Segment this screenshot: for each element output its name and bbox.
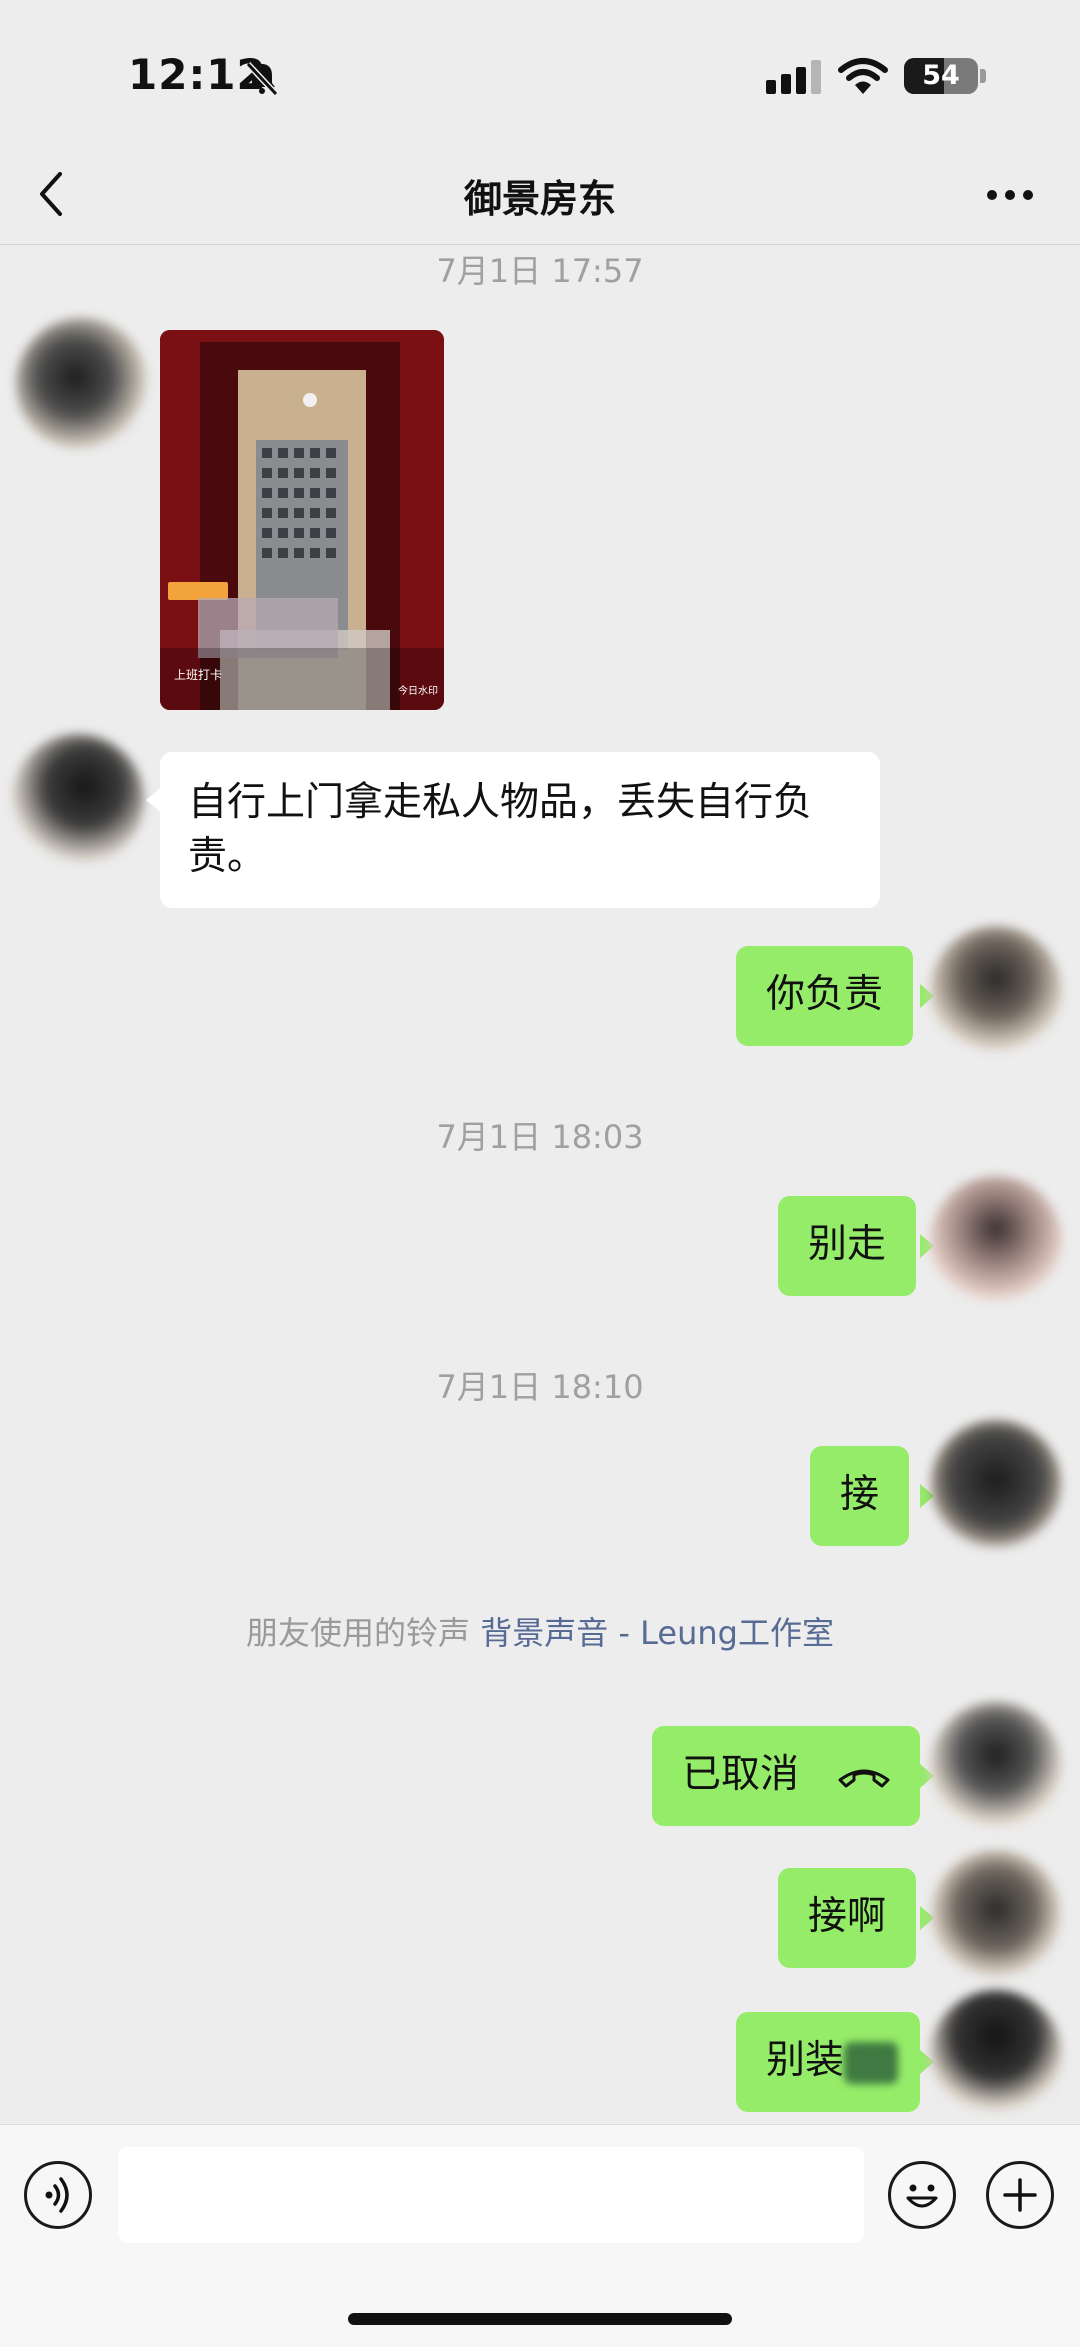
status-bar: 12:12 54	[0, 0, 1080, 150]
battery-level: 54	[922, 60, 960, 91]
battery-icon: 54	[904, 58, 978, 94]
door-photo-image	[160, 330, 444, 710]
nav-bar: 御景房东	[0, 150, 1080, 245]
message-bubble-outgoing[interactable]: 你负责	[736, 946, 914, 1046]
my-avatar[interactable]	[930, 1702, 1062, 1834]
wifi-icon	[838, 58, 888, 94]
timestamp: 7月1日 17:57	[436, 252, 644, 290]
voice-input-button[interactable]	[24, 2161, 92, 2229]
timestamp: 7月1日 18:03	[436, 1118, 644, 1156]
my-avatar[interactable]	[930, 1176, 1062, 1308]
redacted-mark	[844, 2042, 898, 2084]
bell-muted-icon	[245, 61, 279, 97]
battery-cap	[980, 69, 986, 83]
message-input[interactable]	[118, 2147, 864, 2243]
chat-title: 御景房东	[463, 177, 616, 221]
ringtone-song-link[interactable]: 背景声音 - Leung工作室	[480, 1614, 834, 1652]
timestamp: 7月1日 18:10	[436, 1368, 644, 1406]
message-bubble-outgoing[interactable]: 接啊	[778, 1868, 917, 1968]
ringtone-notice: 朋友使用的铃声 背景声音 - Leung工作室	[0, 1608, 1080, 1654]
message-bubble-incoming[interactable]: 自行上门拿走私人物品，丢失自行负责。	[160, 752, 880, 908]
contact-avatar[interactable]	[12, 734, 144, 866]
message-bubble-outgoing[interactable]: 别走	[778, 1196, 917, 1296]
ringtone-prefix: 朋友使用的铃声	[246, 1614, 471, 1652]
plus-icon	[1003, 2178, 1037, 2212]
my-avatar[interactable]	[930, 926, 1062, 1058]
message-text: 别装	[766, 2038, 845, 2083]
voice-icon	[45, 2177, 69, 2213]
more-functions-button[interactable]	[986, 2161, 1054, 2229]
home-indicator	[348, 2313, 732, 2325]
emoji-icon	[906, 2184, 938, 2208]
my-avatar[interactable]	[930, 1850, 1062, 1982]
more-options-icon[interactable]	[984, 180, 1036, 210]
hangup-icon	[838, 1769, 890, 1788]
message-bubble-outgoing[interactable]: 接	[810, 1446, 910, 1546]
message-bubble-outgoing[interactable]: 别装	[736, 2012, 920, 2112]
bubble-tail	[146, 788, 160, 812]
my-avatar[interactable]	[930, 1990, 1062, 2122]
my-avatar[interactable]	[930, 1420, 1062, 1552]
contact-avatar[interactable]	[16, 318, 148, 450]
image-message[interactable]: 上班打卡 今日水印	[160, 330, 444, 710]
watermark-brand: 今日水印	[398, 686, 438, 697]
watermark-label: 上班打卡	[174, 668, 223, 682]
emoji-button[interactable]	[888, 2161, 956, 2229]
input-bar	[0, 2124, 1080, 2347]
call-cancelled-bubble[interactable]: 已取消	[652, 1726, 920, 1826]
call-status-label: 已取消	[682, 1752, 800, 1797]
cellular-signal-icon	[766, 60, 821, 94]
